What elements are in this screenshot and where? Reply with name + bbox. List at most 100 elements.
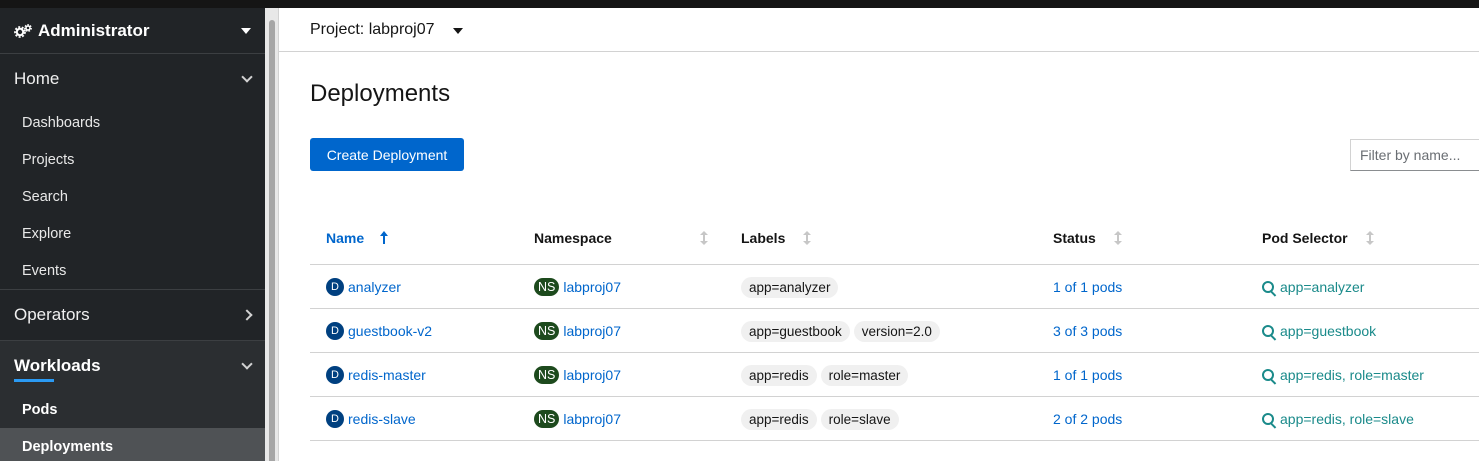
deployment-link[interactable]: redis-slave xyxy=(348,411,416,427)
column-header-labels[interactable]: Labels xyxy=(741,230,812,246)
namespace-cell: NS labproj07 xyxy=(534,408,621,430)
sort-icon xyxy=(1365,231,1374,245)
sidebar: Administrator Home Dashboards Projects S… xyxy=(0,8,265,461)
cogs-icon xyxy=(14,23,32,38)
deployment-link[interactable]: analyzer xyxy=(348,279,401,295)
namespace-link[interactable]: labproj07 xyxy=(563,279,621,295)
deployment-badge: D xyxy=(326,278,344,296)
status-cell: 1 of 1 pods xyxy=(1053,276,1122,298)
deployment-name-cell: D redis-slave xyxy=(326,408,416,430)
sort-ascending-icon xyxy=(380,231,389,245)
pod-selector-cell: app=redis, role=master xyxy=(1262,364,1424,386)
chevron-down-icon xyxy=(241,358,253,370)
filter-by-name-input[interactable] xyxy=(1350,139,1479,171)
scrollbar-thumb[interactable] xyxy=(269,20,275,461)
sidebar-item-events[interactable]: Events xyxy=(0,252,265,289)
sidebar-item-projects[interactable]: Projects xyxy=(0,141,265,178)
namespace-badge: NS xyxy=(534,410,560,428)
status-link[interactable]: 1 of 1 pods xyxy=(1053,279,1122,295)
label-chip[interactable]: role=slave xyxy=(820,408,899,430)
deployment-name-cell: D redis-master xyxy=(326,364,426,386)
nav-section-workloads: Workloads Pods Deployments xyxy=(0,341,265,461)
sidebar-item-deployments[interactable]: Deployments xyxy=(0,428,265,461)
status-link[interactable]: 2 of 2 pods xyxy=(1053,411,1122,427)
label-chip[interactable]: app=redis xyxy=(741,364,817,386)
sidebar-item-dashboards[interactable]: Dashboards xyxy=(0,104,265,141)
namespace-badge: NS xyxy=(534,322,560,340)
label-chip[interactable]: app=guestbook xyxy=(741,320,850,342)
label-chip[interactable]: role=master xyxy=(820,364,909,386)
sort-icon xyxy=(1113,231,1122,245)
status-link[interactable]: 3 of 3 pods xyxy=(1053,323,1122,339)
sidebar-scrollbar[interactable] xyxy=(265,8,279,461)
pod-selector-cell: app=guestbook xyxy=(1262,320,1376,342)
caret-down-icon xyxy=(241,28,251,34)
perspective-switcher[interactable]: Administrator xyxy=(0,8,265,54)
sort-icon xyxy=(699,231,708,245)
main-content: Project: labproj07 Deployments Create De… xyxy=(279,8,1479,461)
deployment-link[interactable]: guestbook-v2 xyxy=(348,323,432,339)
page-title: Deployments xyxy=(310,80,451,107)
nav-section-home: Home Dashboards Projects Search Explore … xyxy=(0,54,265,289)
label-chip[interactable]: app=redis xyxy=(741,408,817,430)
nav-section-workloads-toggle[interactable]: Workloads xyxy=(0,341,265,391)
project-selector[interactable]: Project: labproj07 xyxy=(279,8,1479,52)
nav-section-workloads-label: Workloads xyxy=(14,356,101,375)
namespace-link[interactable]: labproj07 xyxy=(563,411,621,427)
status-link[interactable]: 1 of 1 pods xyxy=(1053,367,1122,383)
status-cell: 3 of 3 pods xyxy=(1053,320,1122,342)
sidebar-item-search[interactable]: Search xyxy=(0,178,265,215)
deployment-name-cell: D guestbook-v2 xyxy=(326,320,432,342)
namespace-link[interactable]: labproj07 xyxy=(563,323,621,339)
pod-selector-link[interactable]: app=redis, role=slave xyxy=(1280,411,1414,427)
status-cell: 2 of 2 pods xyxy=(1053,408,1122,430)
project-label: Project: labproj07 xyxy=(310,20,435,38)
search-icon xyxy=(1262,325,1274,337)
search-icon xyxy=(1262,281,1274,293)
deployment-badge: D xyxy=(326,366,344,384)
label-chip[interactable]: app=analyzer xyxy=(741,276,839,298)
nav-section-operators-toggle[interactable]: Operators xyxy=(0,290,265,340)
deployments-table: Name Namespace Labels Status Pod Selecto… xyxy=(310,212,1479,441)
nav-section-operators: Operators xyxy=(0,290,265,340)
deployment-name-cell: D analyzer xyxy=(326,276,401,298)
status-cell: 1 of 1 pods xyxy=(1053,364,1122,386)
namespace-badge: NS xyxy=(534,278,560,296)
sidebar-item-explore[interactable]: Explore xyxy=(0,215,265,252)
pod-selector-cell: app=analyzer xyxy=(1262,276,1364,298)
perspective-label: Administrator xyxy=(38,20,150,40)
labels-cell: app=redis role=master xyxy=(741,364,912,386)
sidebar-item-pods[interactable]: Pods xyxy=(0,391,265,428)
column-header-label: Namespace xyxy=(534,230,612,246)
column-header-name[interactable]: Name xyxy=(326,230,389,246)
nav-section-home-toggle[interactable]: Home xyxy=(0,54,265,104)
namespace-cell: NS labproj07 xyxy=(534,364,621,386)
deployment-badge: D xyxy=(326,410,344,428)
table-row: D redis-slave NS labproj07 app=redis rol… xyxy=(310,397,1479,441)
column-header-namespace[interactable]: Namespace xyxy=(534,230,708,246)
create-deployment-button[interactable]: Create Deployment xyxy=(310,138,464,171)
namespace-link[interactable]: labproj07 xyxy=(563,367,621,383)
deployment-link[interactable]: redis-master xyxy=(348,367,426,383)
labels-cell: app=analyzer xyxy=(741,276,842,298)
namespace-badge: NS xyxy=(534,366,560,384)
table-header: Name Namespace Labels Status Pod Selecto… xyxy=(310,212,1479,265)
column-header-label: Labels xyxy=(741,230,786,246)
nav-section-operators-label: Operators xyxy=(14,305,90,324)
labels-cell: app=redis role=slave xyxy=(741,408,903,430)
pod-selector-link[interactable]: app=analyzer xyxy=(1280,279,1364,295)
label-chip[interactable]: version=2.0 xyxy=(853,320,940,342)
pod-selector-link[interactable]: app=guestbook xyxy=(1280,323,1376,339)
column-header-pod-selector[interactable]: Pod Selector xyxy=(1262,230,1374,246)
deployment-badge: D xyxy=(326,322,344,340)
chevron-right-icon xyxy=(241,309,253,321)
top-masthead xyxy=(0,0,1479,8)
pod-selector-link[interactable]: app=redis, role=master xyxy=(1280,367,1424,383)
column-header-label: Pod Selector xyxy=(1262,230,1348,246)
table-row: D analyzer NS labproj07 app=analyzer 1 o… xyxy=(310,265,1479,309)
table-row: D redis-master NS labproj07 app=redis ro… xyxy=(310,353,1479,397)
column-header-label: Status xyxy=(1053,230,1096,246)
column-header-status[interactable]: Status xyxy=(1053,230,1122,246)
active-section-indicator xyxy=(14,379,54,382)
nav-section-home-label: Home xyxy=(14,69,60,88)
